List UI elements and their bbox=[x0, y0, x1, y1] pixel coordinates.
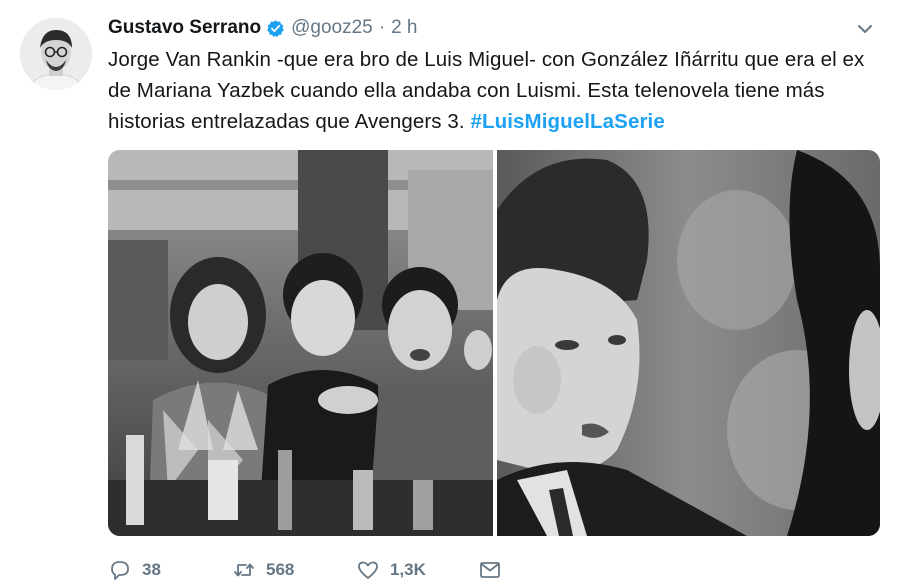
reply-icon bbox=[108, 558, 132, 582]
direct-message-button[interactable] bbox=[478, 558, 502, 582]
display-name[interactable]: Gustavo Serrano bbox=[108, 17, 261, 39]
reply-button[interactable]: 38 bbox=[108, 558, 232, 582]
tweet-text-segment: historias entrelazadas que Avengers 3. bbox=[108, 110, 471, 133]
envelope-icon bbox=[478, 558, 502, 582]
like-button[interactable]: 1,3K bbox=[356, 558, 478, 582]
chevron-down-icon[interactable] bbox=[854, 18, 876, 40]
separator-dot: · bbox=[378, 17, 386, 38]
like-count: 1,3K bbox=[390, 560, 426, 579]
media-gallery bbox=[108, 150, 880, 536]
tweet-text-line: historias entrelazadas que Avengers 3. #… bbox=[108, 106, 878, 137]
tweet-text-line: de Mariana Yazbek cuando ella andaba con… bbox=[108, 79, 825, 102]
photo-group-left[interactable] bbox=[108, 150, 493, 536]
tweet-text: Jorge Van Rankin -que era bro de Luis Mi… bbox=[108, 44, 878, 137]
handle[interactable]: @gooz25 bbox=[291, 17, 373, 39]
tweet: Gustavo Serrano @gooz25 · 2 h Jorge Van … bbox=[0, 0, 898, 584]
photo-portrait-right[interactable] bbox=[497, 150, 880, 536]
tweet-header: Gustavo Serrano @gooz25 · 2 h bbox=[108, 14, 417, 42]
heart-icon bbox=[356, 558, 380, 582]
retweet-count: 568 bbox=[266, 560, 295, 579]
tweet-actions: 38 568 1,3K bbox=[108, 556, 502, 584]
hashtag-link[interactable]: #LuisMiguelLaSerie bbox=[471, 110, 665, 133]
timestamp[interactable]: 2 h bbox=[391, 17, 417, 39]
verified-badge-icon bbox=[266, 19, 285, 38]
reply-count: 38 bbox=[142, 560, 161, 579]
avatar[interactable] bbox=[20, 18, 92, 90]
tweet-text-line: Jorge Van Rankin -que era bro de Luis Mi… bbox=[108, 48, 865, 71]
retweet-button[interactable]: 568 bbox=[232, 558, 356, 582]
retweet-icon bbox=[232, 558, 256, 582]
